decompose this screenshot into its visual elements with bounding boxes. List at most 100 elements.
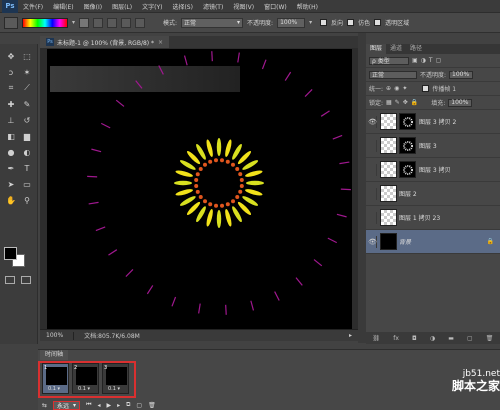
filter-pixel-icon[interactable]: ▣ (412, 57, 418, 64)
marquee-tool-icon[interactable]: ⬚ (20, 50, 34, 62)
gradient-tool-icon[interactable]: ▆ (20, 130, 34, 142)
zoom-level[interactable]: 100% (46, 332, 63, 339)
menu-type[interactable]: 文字(Y) (137, 2, 167, 11)
eye-icon[interactable]: 👁 (368, 115, 377, 128)
menu-layer[interactable]: 图层(L) (107, 2, 137, 11)
close-icon[interactable]: × (158, 39, 163, 46)
layer-row[interactable]: 图层 3 拷贝 (366, 158, 500, 182)
tab-layers[interactable]: 图层 (366, 44, 387, 54)
unify-visibility-icon[interactable]: ◉ (394, 85, 399, 92)
clone-stamp-tool-icon[interactable]: ⊥ (4, 114, 18, 126)
blend-mode-select[interactable]: 正常 (369, 70, 417, 79)
lock-move-icon[interactable]: ✥ (403, 99, 408, 106)
gradient-picker[interactable] (22, 17, 68, 28)
new-group-icon[interactable]: ▬ (448, 335, 454, 342)
rectangle-tool-icon[interactable]: ▭ (20, 178, 34, 190)
tab-paths[interactable]: 路径 (406, 44, 426, 54)
layer-row[interactable]: 👁 背景 🔒 (366, 230, 500, 254)
adjustment-layer-icon[interactable]: ◑ (430, 335, 435, 342)
opacity-field[interactable]: 100% (277, 17, 306, 28)
propagate-checkbox[interactable] (422, 85, 430, 92)
menu-select[interactable]: 选择(S) (167, 2, 198, 11)
eyedropper-tool-icon[interactable]: ⟋ (20, 82, 34, 94)
trash-icon[interactable]: 🗑 (486, 335, 494, 342)
hand-tool-icon[interactable]: ✋ (4, 194, 18, 206)
document-tab[interactable]: Ps 未标题-1 @ 100% (背景, RGB/8) * × (40, 36, 170, 48)
history-brush-tool-icon[interactable]: ↺ (20, 114, 34, 126)
tool-preset-picker[interactable] (4, 16, 18, 29)
angle-gradient-button[interactable] (107, 17, 118, 28)
dodge-tool-icon[interactable]: ◐ (20, 146, 34, 158)
menu-help[interactable]: 帮助(H) (292, 2, 323, 11)
menu-view[interactable]: 视图(V) (228, 2, 259, 11)
filter-adjust-icon[interactable]: ◑ (421, 57, 426, 64)
eye-hidden-icon[interactable] (369, 187, 377, 200)
fx-icon[interactable]: fx (393, 335, 399, 342)
eye-hidden-icon[interactable] (369, 211, 377, 224)
convert-timeline-icon[interactable]: ⇆ (42, 402, 47, 409)
quick-mask-button[interactable] (5, 276, 15, 284)
screen-mode-button[interactable] (21, 276, 31, 284)
lock-brush-icon[interactable]: ✎ (395, 99, 400, 106)
layer-row[interactable]: 图层 2 (366, 182, 500, 206)
unify-style-icon[interactable]: ✦ (402, 85, 407, 92)
unify-position-icon[interactable]: ⊕ (386, 85, 391, 92)
brush-tool-icon[interactable]: ✎ (20, 98, 34, 110)
blur-tool-icon[interactable]: ● (4, 146, 18, 158)
filter-shape-icon[interactable]: ▢ (436, 57, 442, 64)
layer-opacity-field[interactable]: 100% (449, 70, 474, 79)
lock-all-icon[interactable]: 🔒 (411, 99, 418, 106)
mode-select[interactable]: 正常 ▾ (181, 17, 244, 28)
canvas[interactable] (47, 49, 352, 331)
tab-channels[interactable]: 通道 (386, 44, 406, 54)
transparency-checkbox[interactable] (374, 19, 382, 26)
healing-brush-tool-icon[interactable]: ✚ (4, 98, 18, 110)
prev-frame-icon[interactable]: ◂ (97, 402, 100, 409)
eye-hidden-icon[interactable] (369, 163, 377, 176)
menu-image[interactable]: 图像(I) (79, 2, 107, 11)
layer-row[interactable]: 👁 图层 3 拷贝 2 (366, 110, 500, 134)
fill-field[interactable]: 100% (448, 98, 473, 107)
lasso-tool-icon[interactable]: ↄ (4, 66, 18, 78)
layer-row[interactable]: 图层 1 拷贝 23 (366, 206, 500, 230)
tween-icon[interactable]: ⧉ (126, 401, 130, 409)
filter-kind-select[interactable]: ρ 类型 (369, 56, 409, 65)
pen-tool-icon[interactable]: ✒ (4, 162, 18, 174)
delete-frame-icon[interactable]: 🗑 (148, 402, 156, 409)
zoom-tool-icon[interactable]: ⚲ (20, 194, 34, 206)
play-icon[interactable]: ▶ (106, 402, 111, 409)
magic-wand-tool-icon[interactable]: ✶ (20, 66, 34, 78)
reverse-checkbox[interactable] (320, 19, 328, 26)
menu-window[interactable]: 窗口(W) (259, 2, 292, 11)
menu-file[interactable]: 文件(F) (18, 2, 48, 11)
chevron-down-icon[interactable]: ▾ (72, 19, 75, 26)
eraser-tool-icon[interactable]: ◧ (4, 130, 18, 142)
eye-hidden-icon[interactable] (369, 139, 377, 152)
reflected-gradient-button[interactable] (121, 17, 132, 28)
timeline-tab[interactable]: 时间轴 (40, 350, 69, 360)
menu-edit[interactable]: 编辑(E) (48, 2, 78, 11)
type-tool-icon[interactable]: T (20, 162, 34, 174)
chevron-down-icon[interactable]: ▾ (309, 19, 312, 26)
status-arrow-icon[interactable]: ▸ (349, 332, 352, 339)
eye-icon[interactable]: 👁 (368, 235, 377, 248)
path-selection-tool-icon[interactable]: ➤ (4, 178, 18, 190)
duplicate-frame-icon[interactable]: ▢ (136, 402, 142, 409)
layer-row[interactable]: 图层 3 (366, 134, 500, 158)
foreground-color-swatch[interactable] (4, 247, 17, 260)
lock-pixels-icon[interactable]: ▦ (386, 99, 392, 106)
crop-tool-icon[interactable]: ⌗ (4, 82, 18, 94)
filter-type-icon[interactable]: T (429, 57, 433, 64)
new-layer-icon[interactable]: ▢ (467, 335, 473, 342)
dither-checkbox[interactable] (347, 19, 355, 26)
diamond-gradient-button[interactable] (135, 17, 146, 28)
add-mask-icon[interactable]: ◘ (412, 335, 417, 342)
link-layers-icon[interactable]: ⛓ (373, 335, 381, 342)
move-tool-icon[interactable]: ✥ (4, 50, 18, 62)
linear-gradient-button[interactable] (79, 17, 90, 28)
next-frame-icon[interactable]: ▸ (117, 402, 120, 409)
first-frame-icon[interactable]: ⏮ (86, 401, 91, 409)
loop-select[interactable]: 永远 ▾ (53, 400, 81, 410)
menu-filter[interactable]: 滤镜(T) (198, 2, 228, 11)
radial-gradient-button[interactable] (93, 17, 104, 28)
